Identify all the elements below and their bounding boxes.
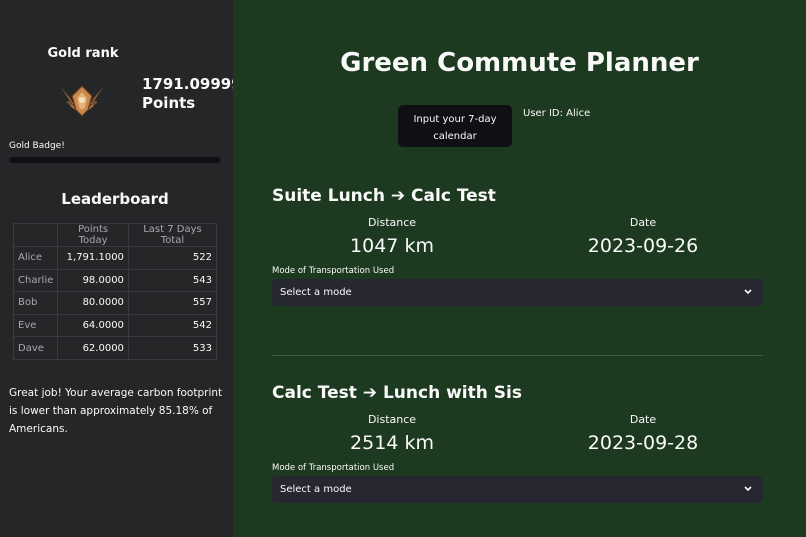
date-value: 2023-09-26 <box>587 235 699 257</box>
distance-value: 2514 km <box>350 432 434 454</box>
badge-text: Gold Badge! <box>9 141 65 151</box>
distance-stat: Distance 2514 km <box>292 413 492 454</box>
row-last-7-days: 522 <box>127 246 218 270</box>
mode-select[interactable]: Select a mode <box>272 476 763 503</box>
mode-label: Mode of Transportation Used <box>272 266 395 276</box>
mode-select-value: Select a mode <box>280 287 352 298</box>
row-name: Dave <box>12 336 59 360</box>
mode-select[interactable]: Select a mode <box>272 279 763 306</box>
mode-label: Mode of Transportation Used <box>272 463 395 473</box>
row-name: Eve <box>12 313 59 338</box>
trip-card: Calc Test ➔ Lunch with Sis Distance 2514… <box>272 383 763 503</box>
sidebar: Gold rank 1791.099999 Points Gold Badge!… <box>0 0 252 537</box>
gold-rank-badge-icon <box>58 80 106 120</box>
table-row: Dave 62.0000 533 <box>12 336 218 360</box>
mode-select-value: Select a mode <box>280 484 352 495</box>
badge-progress-bar <box>9 157 221 163</box>
input-calendar-button[interactable]: Input your 7-day calendar <box>398 105 512 147</box>
leaderboard-header-row: Points Today Last 7 Days Total <box>12 223 218 247</box>
row-name: Alice <box>12 246 59 270</box>
trip-title: Suite Lunch ➔ Calc Test <box>272 186 496 206</box>
row-points-today: 62.0000 <box>57 336 129 360</box>
date-stat: Date 2023-09-28 <box>543 413 743 454</box>
row-last-7-days: 542 <box>127 313 218 338</box>
trip-title: Calc Test ➔ Lunch with Sis <box>272 383 522 403</box>
divider <box>272 355 763 356</box>
trip-card: Suite Lunch ➔ Calc Test Distance 1047 km… <box>272 186 763 306</box>
table-row: Charlie 98.0000 543 <box>12 268 218 293</box>
chevron-down-icon[interactable] <box>743 279 753 317</box>
distance-value: 1047 km <box>350 235 434 257</box>
carbon-footprint-message: Great job! Your average carbon footprint… <box>9 387 223 435</box>
user-id-label: User ID: Alice <box>523 108 591 119</box>
row-name: Charlie <box>12 268 59 293</box>
main-content: Green Commute Planner Input your 7-day c… <box>233 0 806 537</box>
trip-stats: Distance 1047 km Date 2023-09-26 <box>272 216 763 262</box>
date-label: Date <box>629 413 657 426</box>
row-points-today: 1,791.1000 <box>57 246 129 270</box>
distance-stat: Distance 1047 km <box>292 216 492 257</box>
row-last-7-days: 543 <box>127 268 218 293</box>
table-row: Alice 1,791.1000 522 <box>12 246 218 270</box>
date-value: 2023-09-28 <box>587 432 699 454</box>
chevron-down-icon[interactable] <box>743 476 753 514</box>
row-points-today: 64.0000 <box>57 313 129 338</box>
row-name: Bob <box>12 291 59 315</box>
column-header-index <box>12 223 59 247</box>
table-row: Bob 80.0000 557 <box>12 291 218 315</box>
badge-progress-fill <box>9 157 221 163</box>
row-last-7-days: 557 <box>127 291 218 315</box>
row-points-today: 80.0000 <box>57 291 129 315</box>
row-points-today: 98.0000 <box>57 268 129 293</box>
points-label: Points <box>142 94 196 112</box>
page-title: Green Commute Planner <box>340 48 699 78</box>
date-stat: Date 2023-09-26 <box>543 216 743 257</box>
trip-stats: Distance 2514 km Date 2023-09-28 <box>272 413 763 459</box>
row-last-7-days: 533 <box>127 336 218 360</box>
rank-title: Gold rank <box>47 46 119 61</box>
leaderboard-table: Points Today Last 7 Days Total Alice 1,7… <box>12 223 218 360</box>
distance-label: Distance <box>367 216 417 229</box>
date-label: Date <box>629 216 657 229</box>
column-header-points-today: Points Today <box>57 223 129 247</box>
column-header-last-7-days: Last 7 Days Total <box>127 223 218 247</box>
leaderboard-title: Leaderboard <box>61 190 169 208</box>
table-row: Eve 64.0000 542 <box>12 313 218 338</box>
distance-label: Distance <box>367 413 417 426</box>
